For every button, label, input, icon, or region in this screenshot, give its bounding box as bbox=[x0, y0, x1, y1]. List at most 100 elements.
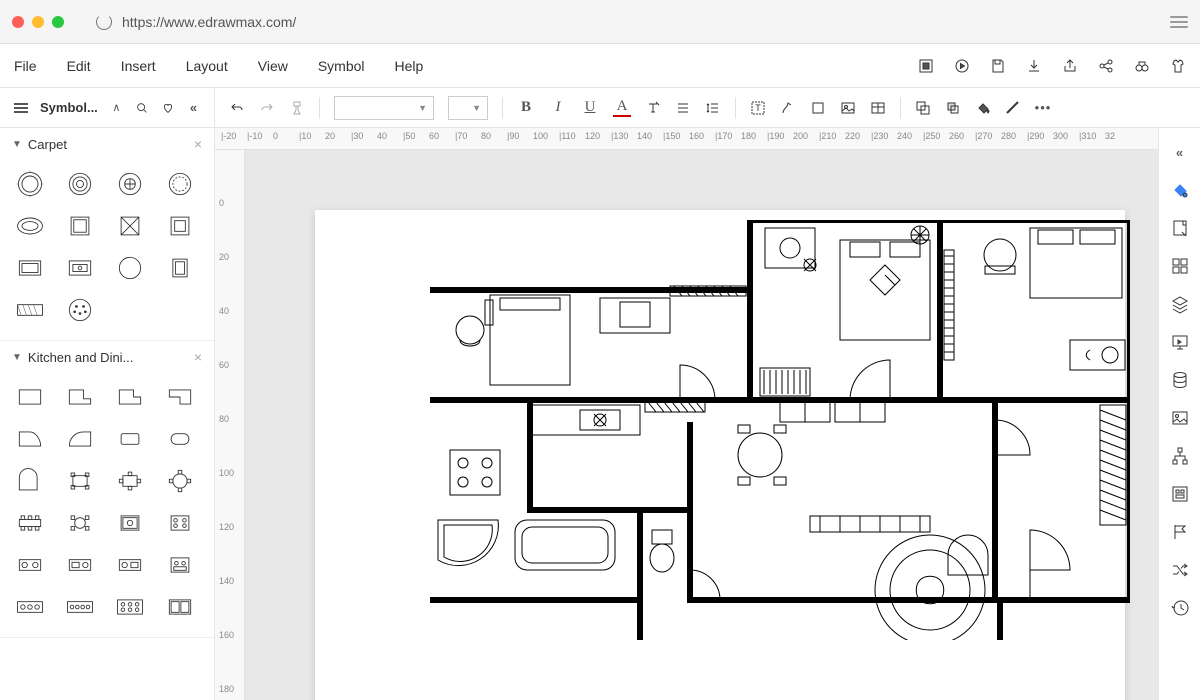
kitchen-shape[interactable] bbox=[60, 379, 100, 415]
binoculars-icon[interactable] bbox=[1134, 58, 1150, 74]
kitchen-shape[interactable] bbox=[10, 547, 50, 583]
kitchen-shape[interactable] bbox=[60, 463, 100, 499]
carpet-shape[interactable] bbox=[60, 166, 100, 202]
table-icon[interactable] bbox=[870, 100, 886, 116]
kitchen-shape[interactable] bbox=[160, 505, 200, 541]
canvas[interactable] bbox=[245, 150, 1158, 700]
expand-panel-icon[interactable]: « bbox=[1170, 142, 1190, 162]
tree-panel-icon[interactable] bbox=[1170, 446, 1190, 466]
kitchen-shape[interactable] bbox=[110, 589, 150, 625]
menu-file[interactable]: File bbox=[14, 58, 37, 74]
menu-edit[interactable]: Edit bbox=[67, 58, 91, 74]
font-size-select[interactable]: ▼ bbox=[448, 96, 488, 120]
kitchen-shape[interactable] bbox=[60, 421, 100, 457]
data-panel-icon[interactable] bbox=[1170, 370, 1190, 390]
carpet-shape[interactable] bbox=[60, 292, 100, 328]
kitchen-shape[interactable] bbox=[110, 547, 150, 583]
menu-help[interactable]: Help bbox=[395, 58, 424, 74]
kitchen-shape[interactable] bbox=[160, 547, 200, 583]
vertical-ruler[interactable]: 020406080100120140160180 bbox=[215, 150, 245, 700]
kitchen-shape[interactable] bbox=[160, 463, 200, 499]
text-tool-icon[interactable]: T bbox=[750, 100, 766, 116]
collapse-icon[interactable]: « bbox=[187, 100, 200, 116]
shape-icon[interactable] bbox=[810, 100, 826, 116]
carpet-shape[interactable] bbox=[10, 208, 50, 244]
fill-panel-icon[interactable] bbox=[1170, 180, 1190, 200]
tshirt-icon[interactable] bbox=[1170, 58, 1186, 74]
fill-icon[interactable] bbox=[975, 100, 991, 116]
flag-panel-icon[interactable] bbox=[1170, 522, 1190, 542]
play-icon[interactable] bbox=[954, 58, 970, 74]
drawing-page[interactable] bbox=[315, 210, 1125, 700]
menu-layout[interactable]: Layout bbox=[186, 58, 228, 74]
arrange-icon[interactable] bbox=[945, 100, 961, 116]
kitchen-shape[interactable] bbox=[10, 421, 50, 457]
line-spacing-icon[interactable] bbox=[705, 100, 721, 116]
kitchen-shape[interactable] bbox=[10, 505, 50, 541]
connector-icon[interactable] bbox=[780, 100, 796, 116]
clear-format-icon[interactable] bbox=[645, 100, 661, 116]
font-color-button[interactable]: A bbox=[613, 98, 631, 117]
components-panel-icon[interactable] bbox=[1170, 484, 1190, 504]
carpet-shape[interactable] bbox=[110, 208, 150, 244]
line-style-icon[interactable] bbox=[1005, 100, 1021, 116]
undo-icon[interactable] bbox=[229, 100, 245, 116]
kitchen-shape[interactable] bbox=[10, 379, 50, 415]
horizontal-ruler[interactable]: |-20|-100|1020|3040|5060|7080|90100|1101… bbox=[215, 128, 1158, 150]
kitchen-shape[interactable] bbox=[60, 505, 100, 541]
image-icon[interactable] bbox=[840, 100, 856, 116]
kitchen-shape[interactable] bbox=[10, 589, 50, 625]
history-panel-icon[interactable] bbox=[1170, 598, 1190, 618]
shuffle-panel-icon[interactable] bbox=[1170, 560, 1190, 580]
carpet-shape[interactable] bbox=[160, 250, 200, 286]
palette-carpet-header[interactable]: ▼ Carpet × bbox=[0, 128, 214, 160]
close-icon[interactable]: × bbox=[194, 349, 202, 365]
font-family-select[interactable]: ▼ bbox=[334, 96, 434, 120]
more-icon[interactable]: ••• bbox=[1035, 100, 1051, 116]
carpet-shape[interactable] bbox=[10, 250, 50, 286]
heart-icon[interactable] bbox=[161, 100, 175, 116]
carpet-shape[interactable] bbox=[160, 166, 200, 202]
grid-panel-icon[interactable] bbox=[1170, 256, 1190, 276]
url-bar[interactable]: https://www.edrawmax.com/ bbox=[96, 14, 1138, 30]
layers-panel-icon[interactable] bbox=[1170, 294, 1190, 314]
reload-icon[interactable] bbox=[96, 14, 112, 30]
presentation-icon[interactable] bbox=[1170, 332, 1190, 352]
floor-plan-drawing[interactable] bbox=[430, 220, 1130, 640]
palette-kitchen-header[interactable]: ▼ Kitchen and Dini... × bbox=[0, 341, 214, 373]
format-painter-icon[interactable] bbox=[289, 100, 305, 116]
minimize-window-button[interactable] bbox=[32, 16, 44, 28]
maximize-window-button[interactable] bbox=[52, 16, 64, 28]
kitchen-shape[interactable] bbox=[60, 589, 100, 625]
menu-view[interactable]: View bbox=[258, 58, 288, 74]
carpet-shape[interactable] bbox=[110, 250, 150, 286]
kitchen-shape[interactable] bbox=[160, 379, 200, 415]
chevron-up-icon[interactable]: ∧ bbox=[110, 100, 123, 116]
kitchen-shape[interactable] bbox=[160, 589, 200, 625]
menu-symbol[interactable]: Symbol bbox=[318, 58, 365, 74]
export-icon[interactable] bbox=[1062, 58, 1078, 74]
align-icon[interactable] bbox=[675, 100, 691, 116]
carpet-shape[interactable] bbox=[160, 208, 200, 244]
kitchen-shape[interactable] bbox=[110, 379, 150, 415]
carpet-shape[interactable] bbox=[10, 166, 50, 202]
save-icon[interactable] bbox=[990, 58, 1006, 74]
download-icon[interactable] bbox=[1026, 58, 1042, 74]
group-icon[interactable] bbox=[915, 100, 931, 116]
close-icon[interactable]: × bbox=[194, 136, 202, 152]
close-window-button[interactable] bbox=[12, 16, 24, 28]
library-icon[interactable] bbox=[14, 100, 28, 116]
share-icon[interactable] bbox=[1098, 58, 1114, 74]
kitchen-shape[interactable] bbox=[60, 547, 100, 583]
carpet-shape[interactable] bbox=[60, 250, 100, 286]
carpet-shape[interactable] bbox=[10, 292, 50, 328]
kitchen-shape[interactable] bbox=[110, 421, 150, 457]
redo-icon[interactable] bbox=[259, 100, 275, 116]
menu-insert[interactable]: Insert bbox=[121, 58, 156, 74]
carpet-shape[interactable] bbox=[110, 166, 150, 202]
kitchen-shape[interactable] bbox=[110, 463, 150, 499]
fullscreen-icon[interactable] bbox=[918, 58, 934, 74]
kitchen-shape[interactable] bbox=[160, 421, 200, 457]
page-panel-icon[interactable] bbox=[1170, 218, 1190, 238]
menu-icon[interactable] bbox=[1170, 16, 1188, 28]
